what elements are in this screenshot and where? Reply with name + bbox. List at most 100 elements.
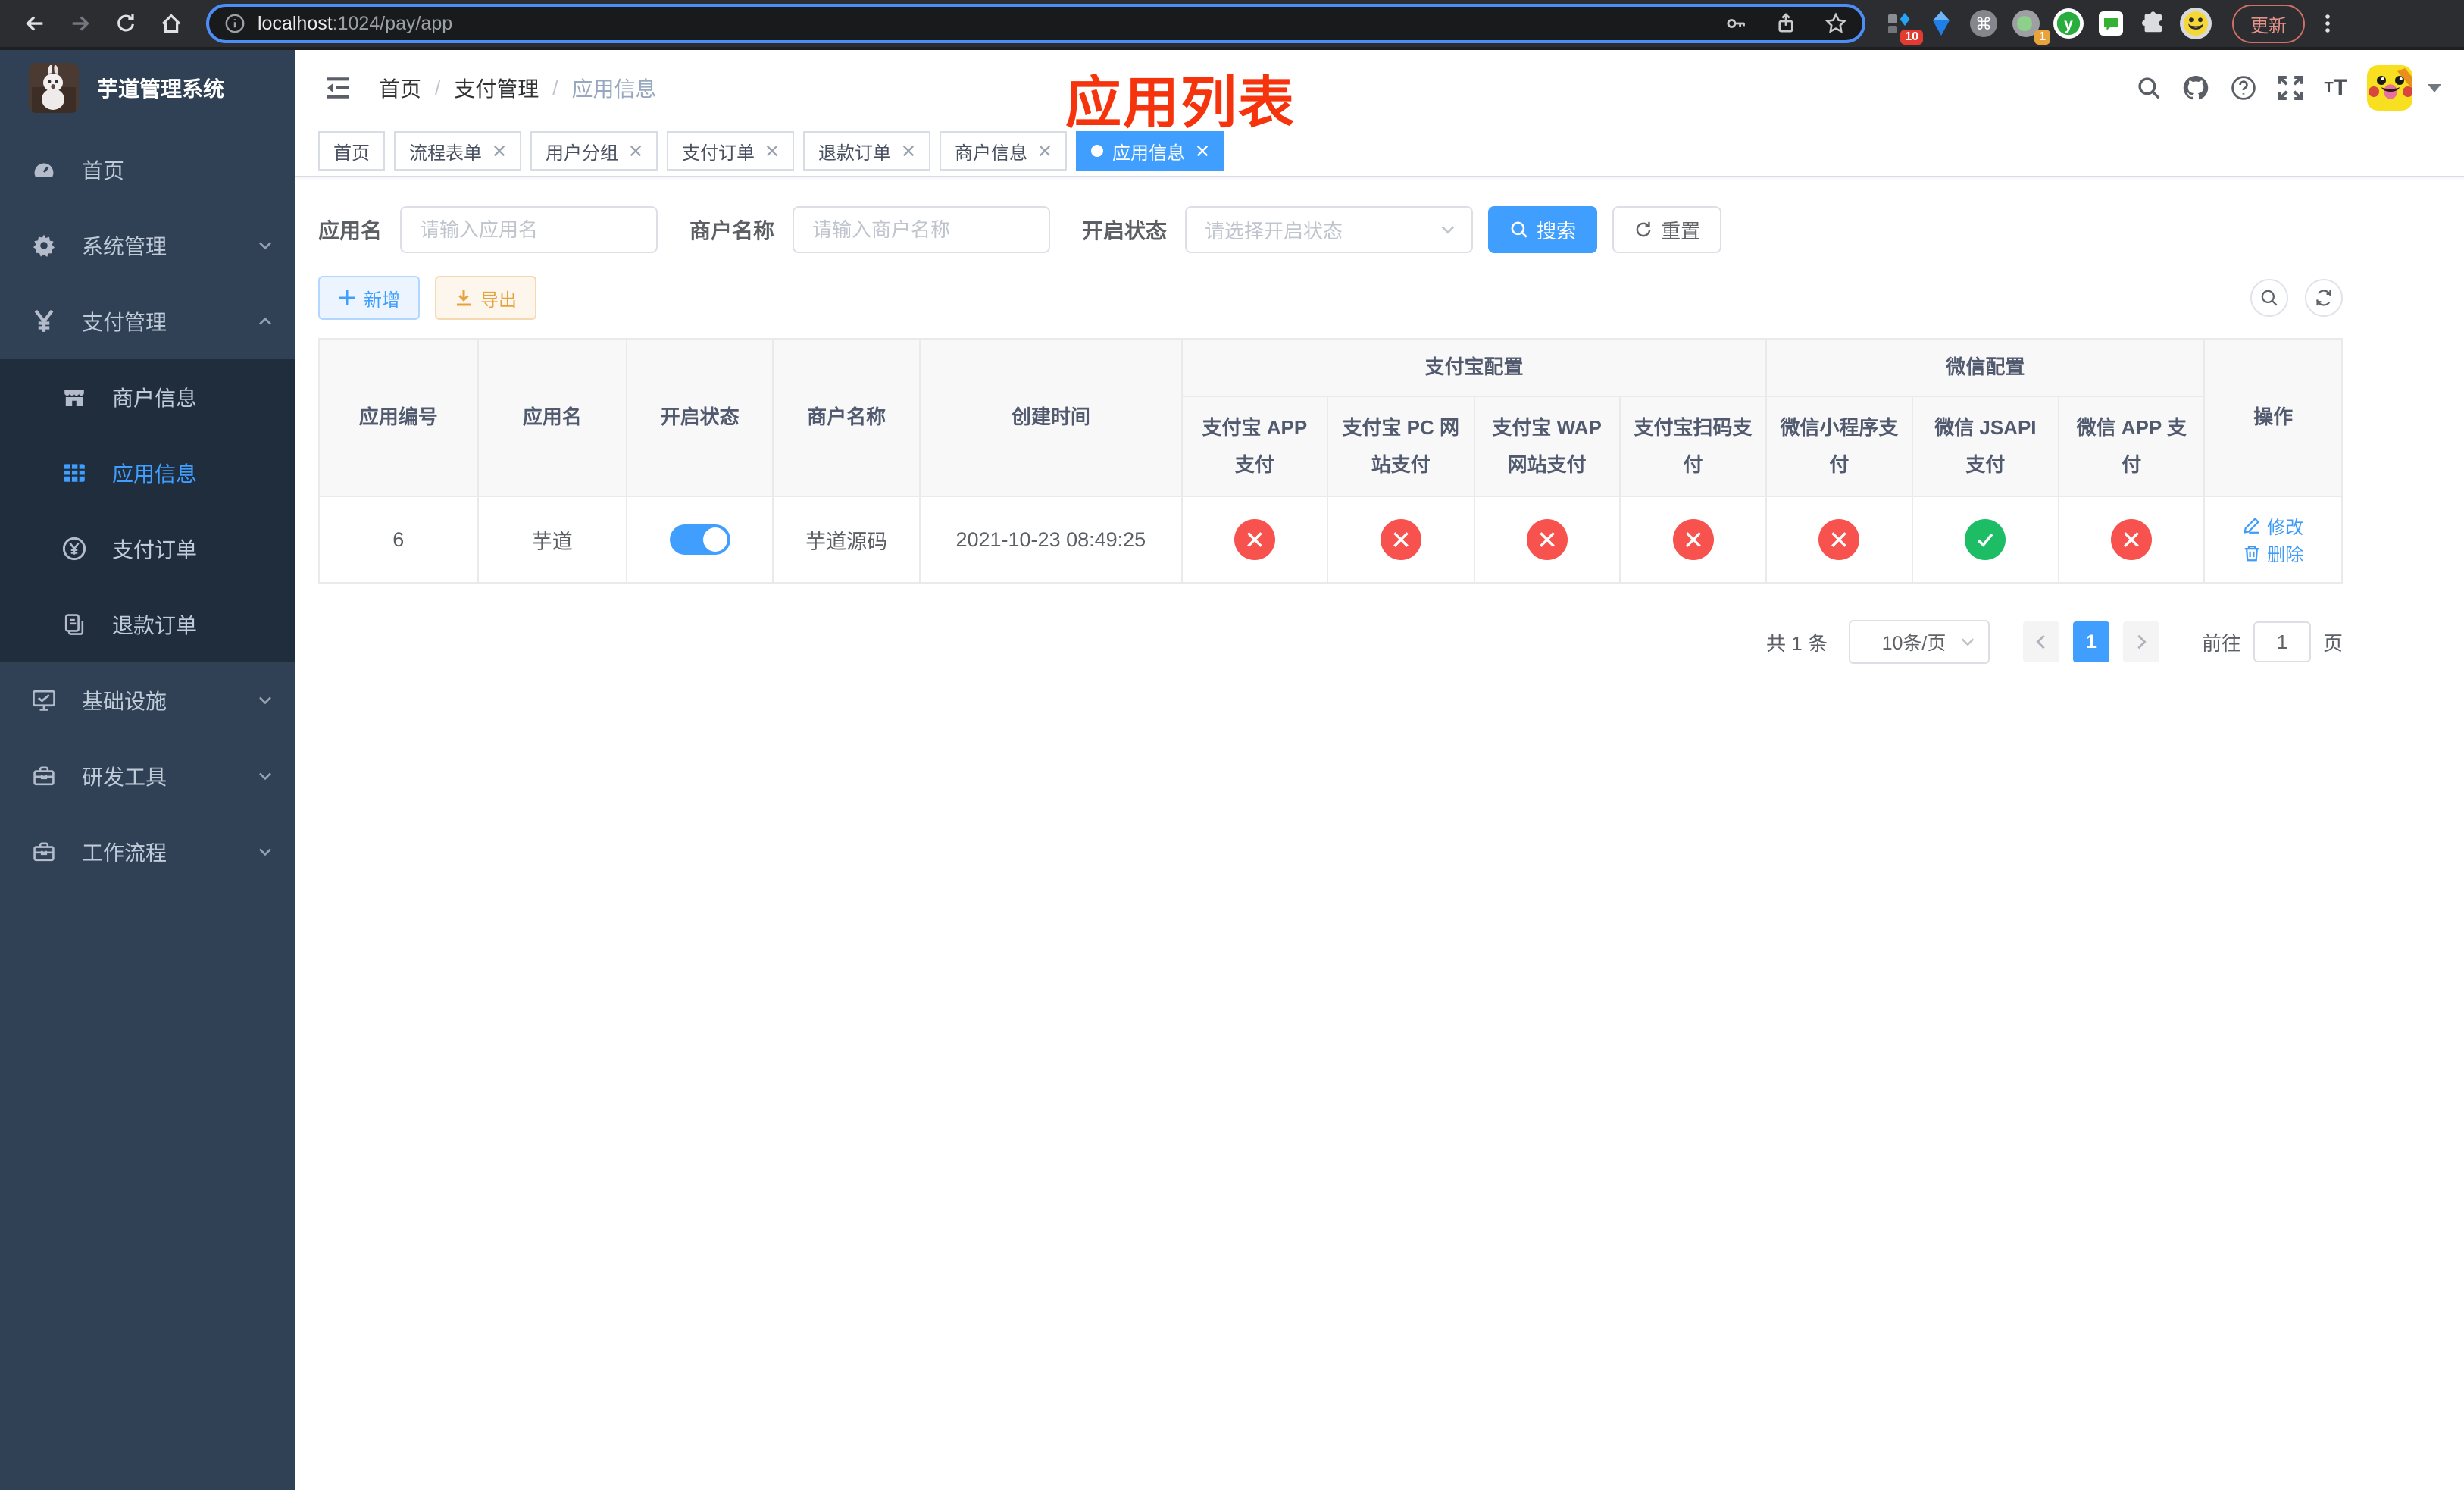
- column-subheader: 微信 APP 支付: [2058, 396, 2206, 497]
- sidebar-item-refund-order[interactable]: 退款订单: [0, 587, 295, 662]
- extensions-puzzle-icon[interactable]: [2135, 5, 2172, 42]
- tab-refund-order[interactable]: 退款订单: [803, 131, 930, 171]
- table-toolbar: 新增 导出: [318, 276, 2343, 320]
- cell-config-status: [2058, 496, 2206, 584]
- edit-button[interactable]: 修改: [2243, 512, 2303, 539]
- forward-icon[interactable]: [61, 4, 100, 43]
- breadcrumb-item[interactable]: 首页: [379, 73, 421, 103]
- font-size-icon[interactable]: TT: [2324, 75, 2347, 101]
- enabled-toggle[interactable]: [669, 524, 730, 555]
- share-icon[interactable]: [1775, 12, 1797, 35]
- chevron-up-icon: [256, 312, 274, 330]
- password-key-icon[interactable]: [1724, 12, 1747, 35]
- pagination-total: 共 1 条: [1766, 631, 1828, 655]
- extension-command-icon[interactable]: ⌘: [1965, 5, 2002, 42]
- app-title: 芋道管理系统: [97, 77, 225, 101]
- docs-icon: [61, 611, 88, 638]
- extension-chat-icon[interactable]: [2093, 5, 2129, 42]
- chevron-down-icon: [256, 691, 274, 709]
- sidebar-item-label: 研发工具: [82, 765, 167, 789]
- tab-label: 退款订单: [818, 142, 891, 164]
- reset-button[interactable]: 重置: [1612, 206, 1722, 253]
- column-group-header: 微信配置: [1765, 338, 2206, 397]
- search-button[interactable]: 搜索: [1488, 206, 1598, 253]
- browser-menu-icon[interactable]: [2317, 11, 2338, 36]
- sidebar-item-dev-tools[interactable]: 研发工具: [0, 738, 295, 814]
- sidebar-item-merchant-info[interactable]: 商户信息: [0, 359, 295, 435]
- close-icon[interactable]: [1196, 144, 1209, 158]
- grid-icon: [61, 459, 88, 487]
- extension-tabs-icon[interactable]: 10: [1881, 5, 1923, 45]
- goto-page-input[interactable]: [2253, 621, 2311, 662]
- app-name-input[interactable]: [400, 206, 658, 253]
- coin-icon: [61, 535, 88, 562]
- column-subheader: 支付宝 PC 网站支付: [1326, 396, 1475, 497]
- tab-merchant-info[interactable]: 商户信息: [940, 131, 1067, 171]
- sidebar-item-label: 系统管理: [82, 235, 167, 258]
- sidebar-item-payment-order[interactable]: 支付订单: [0, 511, 295, 587]
- sidebar-item-label: 工作流程: [82, 841, 167, 865]
- hide-search-icon[interactable]: [2250, 279, 2288, 317]
- sidebar-item-payment-mgmt[interactable]: 支付管理: [0, 283, 295, 359]
- page-size-select[interactable]: 10条/页: [1848, 620, 1990, 664]
- sidebar-item-system-mgmt[interactable]: 系统管理: [0, 208, 295, 283]
- bookmark-star-icon[interactable]: [1825, 12, 1847, 35]
- close-icon[interactable]: [492, 144, 506, 158]
- export-button[interactable]: 导出: [435, 276, 536, 320]
- close-icon[interactable]: [629, 144, 643, 158]
- close-icon[interactable]: [765, 144, 779, 158]
- extension-gem-icon[interactable]: [1923, 5, 1959, 42]
- breadcrumb-item: 应用信息: [571, 77, 657, 101]
- sidebar-item-label: 首页: [82, 159, 125, 183]
- status-fail-icon: [1380, 519, 1421, 560]
- app-logo-row[interactable]: 芋道管理系统: [0, 50, 295, 126]
- status-label: 开启状态: [1082, 219, 1168, 243]
- status-select[interactable]: 请选择开启状态: [1185, 206, 1474, 253]
- merchant-name-input[interactable]: [793, 206, 1051, 253]
- edit-button-label: 修改: [2267, 517, 2304, 538]
- column-header: 商户名称: [772, 338, 921, 497]
- browser-update-button[interactable]: 更新: [2232, 4, 2305, 43]
- close-icon[interactable]: [1038, 144, 1052, 158]
- user-avatar[interactable]: [2367, 65, 2412, 111]
- sidebar-item-app-info[interactable]: 应用信息: [0, 435, 295, 511]
- add-button[interactable]: 新增: [318, 276, 420, 320]
- tab-user-group[interactable]: 用户分组: [530, 131, 658, 171]
- tab-payment-order[interactable]: 支付订单: [667, 131, 794, 171]
- breadcrumb: 首页 / 支付管理 / 应用信息: [379, 73, 657, 103]
- chevron-down-icon[interactable]: [2428, 83, 2441, 92]
- prev-page-icon[interactable]: [2022, 621, 2059, 662]
- fullscreen-icon[interactable]: [2277, 74, 2304, 102]
- search-icon[interactable]: [2136, 75, 2162, 101]
- refresh-icon[interactable]: [2305, 279, 2343, 317]
- tab-process-form[interactable]: 流程表单: [394, 131, 521, 171]
- sidebar-item-workflow[interactable]: 工作流程: [0, 814, 295, 890]
- site-info-icon[interactable]: [224, 13, 245, 34]
- delete-button[interactable]: 删除: [2243, 540, 2303, 566]
- cell-app-id: 6: [318, 496, 479, 584]
- goto-suffix: 页: [2322, 631, 2343, 655]
- back-icon[interactable]: [15, 4, 55, 43]
- goto-page: 前往 页: [2202, 621, 2343, 662]
- home-icon[interactable]: [152, 4, 191, 43]
- sidebar-item-home[interactable]: 首页: [0, 132, 295, 208]
- tab-home[interactable]: 首页: [318, 131, 385, 171]
- status-fail-icon: [2111, 519, 2153, 560]
- browser-profile-avatar[interactable]: [2178, 5, 2214, 42]
- reload-icon[interactable]: [106, 4, 145, 43]
- app-logo-image: [29, 63, 79, 113]
- extension-recorder-icon[interactable]: 1: [2008, 5, 2050, 45]
- help-icon[interactable]: [2230, 74, 2257, 102]
- extension-badge: 10: [1900, 30, 1923, 45]
- tab-label: 用户分组: [546, 142, 618, 164]
- close-icon[interactable]: [902, 144, 915, 158]
- github-icon[interactable]: [2181, 74, 2210, 102]
- sidebar-collapse-icon[interactable]: [318, 74, 358, 102]
- sidebar-item-infrastructure[interactable]: 基础设施: [0, 662, 295, 738]
- breadcrumb-item[interactable]: 支付管理: [454, 73, 539, 103]
- page-number-current[interactable]: 1: [2072, 621, 2109, 662]
- address-bar[interactable]: localhost:1024/pay/app: [206, 4, 1865, 43]
- next-page-icon[interactable]: [2122, 621, 2159, 662]
- sidebar-item-label: 应用信息: [112, 462, 198, 486]
- extension-y-icon[interactable]: y: [2050, 5, 2087, 42]
